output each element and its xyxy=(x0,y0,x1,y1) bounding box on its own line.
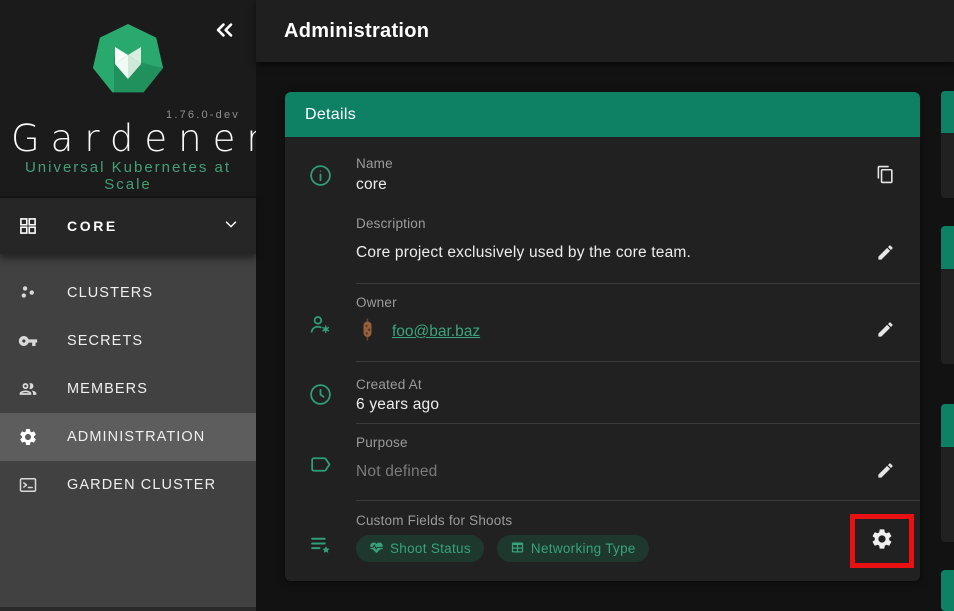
terminal-icon xyxy=(18,475,38,495)
chip-shoot-status: Shoot Status xyxy=(356,535,484,562)
sidebar-nav: CLUSTERS SECRETS MEMBERS xyxy=(0,254,256,611)
sidebar-item-label: SECRETS xyxy=(67,333,143,349)
configure-custom-fields-button[interactable] xyxy=(864,523,900,559)
pencil-icon xyxy=(876,461,895,485)
partial-card-body xyxy=(941,447,954,542)
purpose-label: Purpose xyxy=(356,435,850,450)
project-selector-label: CORE xyxy=(67,218,222,234)
members-icon xyxy=(18,379,38,399)
edit-owner-button[interactable] xyxy=(867,314,903,350)
created-at-label: Created At xyxy=(356,377,850,392)
sidebar-item-members[interactable]: MEMBERS xyxy=(0,365,256,413)
custom-fields-row: Custom Fields for Shoots Shoot Status xyxy=(285,501,920,581)
heart-pulse-icon xyxy=(369,540,390,558)
details-card: Details Name xyxy=(285,92,920,581)
partial-card-header xyxy=(941,570,954,611)
edit-description-button[interactable] xyxy=(867,237,903,273)
topbar: Administration xyxy=(256,0,954,62)
sidebar-item-label: MEMBERS xyxy=(67,381,148,397)
chevron-down-icon xyxy=(222,215,240,238)
project-selector[interactable]: CORE xyxy=(0,196,256,254)
sidebar-item-secrets[interactable]: SECRETS xyxy=(0,317,256,365)
partial-card-header xyxy=(941,404,954,447)
info-icon xyxy=(308,163,333,193)
table-grid-icon xyxy=(510,540,531,558)
manage-account-icon xyxy=(308,312,333,342)
details-card-title: Details xyxy=(305,106,356,124)
main-area: Administration Details xyxy=(256,0,954,611)
owner-avatar xyxy=(356,318,379,346)
purpose-row: Purpose Not defined xyxy=(285,424,920,500)
created-at-value: 6 years ago xyxy=(356,396,850,414)
brand-tagline: Universal Kubernetes at Scale xyxy=(0,159,256,193)
description-label: Description xyxy=(356,216,850,231)
owner-email-link[interactable]: foo@bar.baz xyxy=(392,323,480,341)
sidebar-item-label: CLUSTERS xyxy=(67,285,153,301)
grid-view-icon xyxy=(18,216,38,236)
chip-label: Shoot Status xyxy=(390,541,471,556)
purpose-value: Not defined xyxy=(356,463,850,481)
created-at-row: Created At 6 years ago xyxy=(285,362,920,423)
sidebar-item-administration[interactable]: ADMINISTRATION xyxy=(0,413,256,461)
name-label: Name xyxy=(356,156,850,171)
sidebar-item-garden-cluster[interactable]: GARDEN CLUSTER xyxy=(0,461,256,509)
custom-fields-label: Custom Fields for Shoots xyxy=(356,513,850,528)
list-star-icon xyxy=(308,532,333,562)
details-card-header: Details xyxy=(285,92,920,137)
description-row: Description Core project exclusively use… xyxy=(285,209,920,283)
sidebar-item-clusters[interactable]: CLUSTERS xyxy=(0,269,256,317)
edit-purpose-button[interactable] xyxy=(867,455,903,491)
partial-card-body xyxy=(941,269,954,364)
gardener-dashboard: 1.76.0-dev Gardener Universal Kubernetes… xyxy=(0,0,954,611)
sidebar: 1.76.0-dev Gardener Universal Kubernetes… xyxy=(0,0,256,611)
content-area: Details Name xyxy=(256,62,954,611)
name-value: core xyxy=(356,176,850,194)
settings-gear-icon xyxy=(870,527,894,556)
brand-title: Gardener xyxy=(0,117,256,160)
partial-card xyxy=(941,91,954,198)
name-row: Name core xyxy=(285,137,920,209)
gardener-logo xyxy=(90,22,166,103)
chip-label: Networking Type xyxy=(531,541,636,556)
partial-card-header xyxy=(941,226,954,269)
partial-card-body xyxy=(941,133,954,198)
pencil-icon xyxy=(876,320,895,344)
page-title: Administration xyxy=(284,20,429,43)
partial-card xyxy=(941,570,954,611)
partial-card-header xyxy=(941,91,954,133)
chip-networking-type: Networking Type xyxy=(497,535,649,562)
owner-row: Owner xyxy=(285,284,920,361)
partial-card xyxy=(941,226,954,364)
double-chevron-left-icon xyxy=(211,17,237,48)
sidebar-header: 1.76.0-dev Gardener Universal Kubernetes… xyxy=(0,0,256,196)
label-tag-icon xyxy=(308,452,333,482)
copy-name-button[interactable] xyxy=(867,159,903,195)
highlight-box xyxy=(850,514,914,568)
description-value: Core project exclusively used by the cor… xyxy=(356,244,850,262)
pencil-icon xyxy=(876,243,895,267)
clusters-icon xyxy=(18,283,38,303)
key-icon xyxy=(18,331,38,351)
gear-icon xyxy=(18,427,38,447)
owner-label: Owner xyxy=(356,295,850,310)
sidebar-item-label: GARDEN CLUSTER xyxy=(67,477,216,493)
sidebar-item-label: ADMINISTRATION xyxy=(67,429,205,445)
clock-icon xyxy=(308,382,333,412)
copy-icon xyxy=(876,165,895,189)
sidebar-collapse-button[interactable] xyxy=(210,18,238,46)
partial-card xyxy=(941,404,954,542)
